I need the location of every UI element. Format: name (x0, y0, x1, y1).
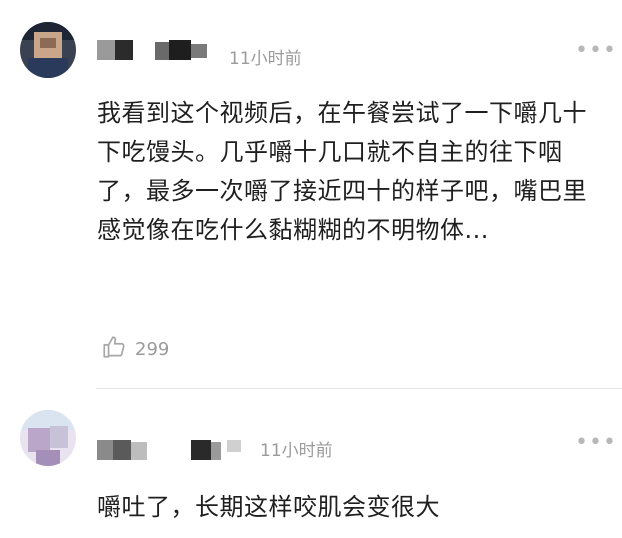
avatar[interactable] (20, 410, 76, 466)
more-dots-icon[interactable]: ••• (575, 38, 617, 63)
like-button[interactable]: 299 (101, 334, 169, 364)
avatar[interactable] (20, 22, 76, 78)
comment-time: 11小时前 (260, 441, 333, 461)
username-blurred[interactable] (97, 40, 212, 60)
comment-text: 嚼吐了，长期这样咬肌会变很大 (97, 493, 440, 521)
username-blurred[interactable] (97, 440, 247, 460)
comment-item: 11小时前 ••• 我看到这个视频后，在午餐尝试了一下嚼几十下吃馒头。几乎嚼十几… (0, 0, 622, 390)
divider (96, 388, 622, 389)
like-count: 299 (135, 338, 170, 360)
comment-time: 11小时前 (229, 49, 302, 69)
comment-text: 我看到这个视频后，在午餐尝试了一下嚼几十下吃馒头。几乎嚼十几口就不自主的往下咽了… (97, 99, 587, 244)
thumbs-up-icon (101, 334, 127, 364)
more-dots-icon[interactable]: ••• (575, 430, 617, 455)
comment-item: 11小时前 ••• 嚼吐了，长期这样咬肌会变很大 (0, 390, 622, 538)
